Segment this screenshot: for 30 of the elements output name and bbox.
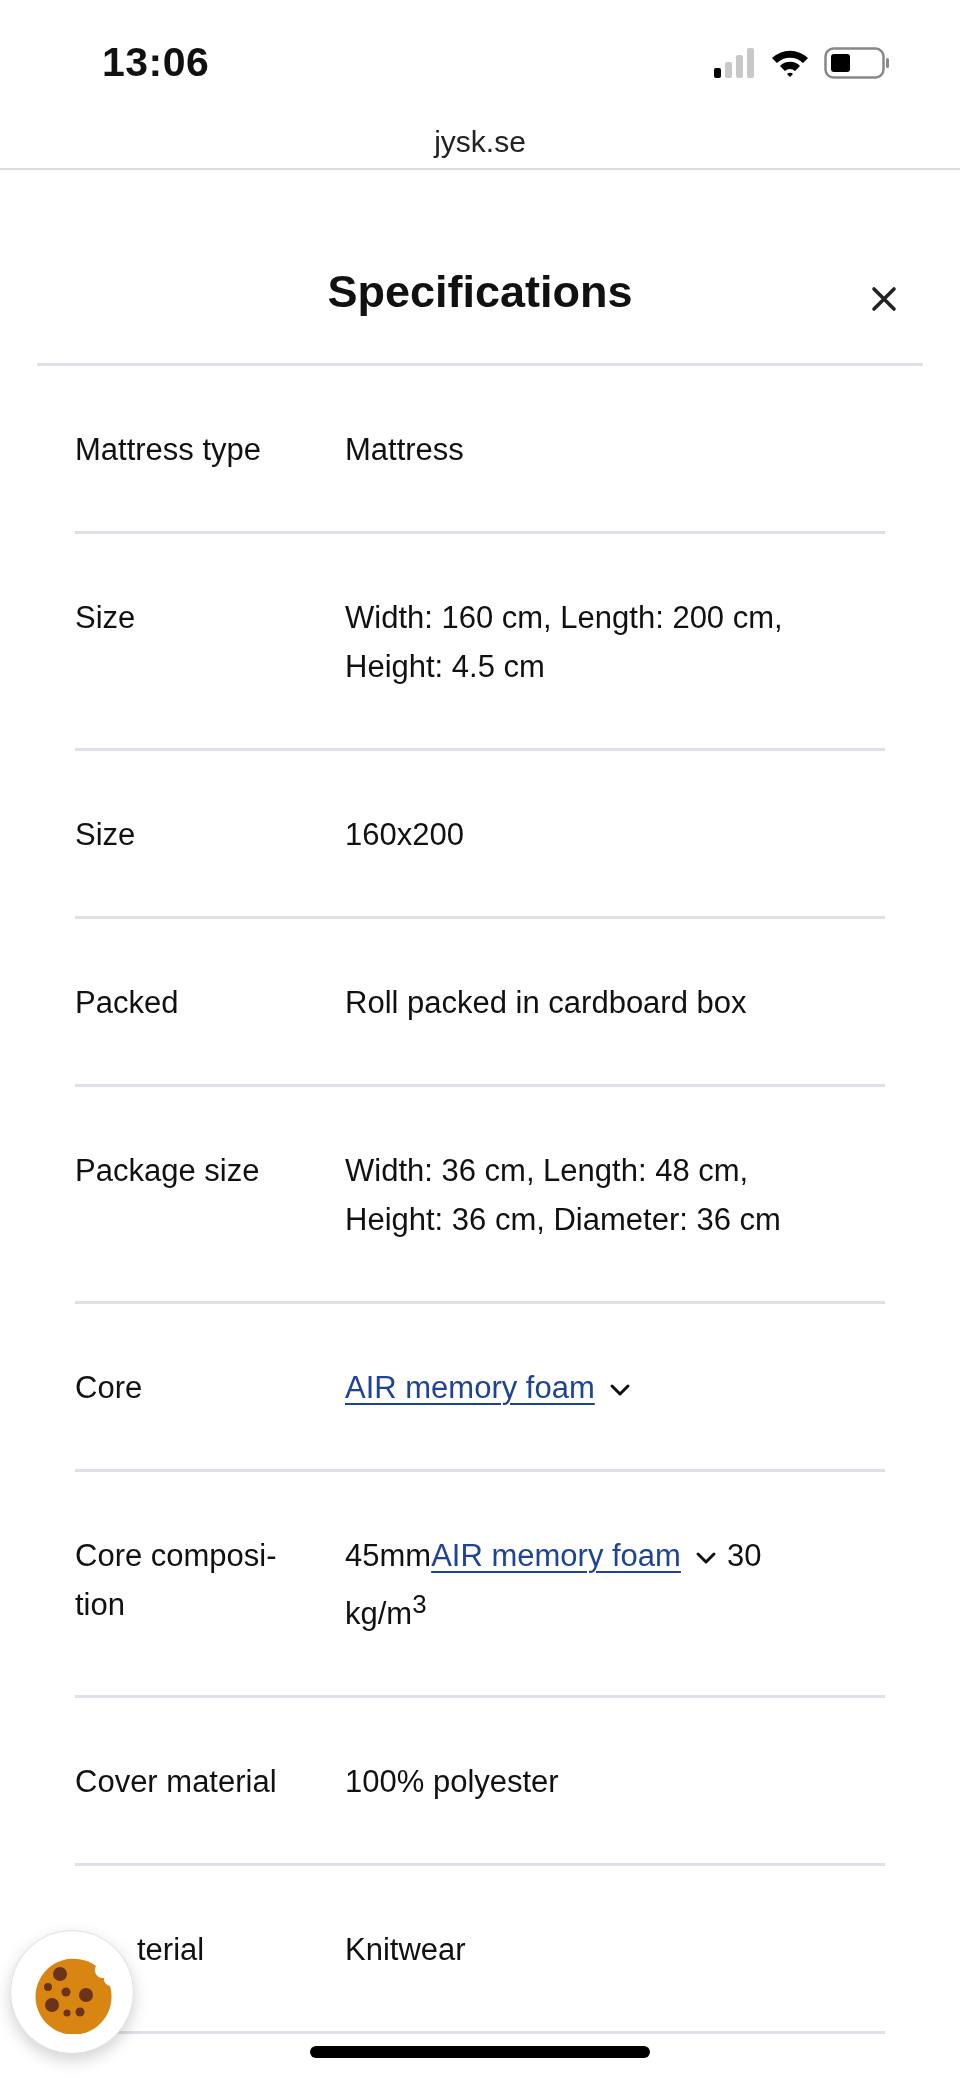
- spec-label: Size: [75, 599, 137, 637]
- spec-value: 160x200: [345, 816, 465, 854]
- spec-label: Cover material: [75, 1763, 278, 1802]
- spec-label: Size: [75, 816, 137, 854]
- material-link[interactable]: AIR memory foam: [345, 1370, 595, 1405]
- spec-value: 100% polyester: [345, 1763, 560, 1802]
- spec-label: Core: [75, 1369, 144, 1407]
- spec-label: Core composi-tion: [75, 1537, 278, 1624]
- close-icon[interactable]: [870, 285, 898, 313]
- status-time: 13:06: [102, 39, 210, 86]
- material-link[interactable]: AIR memory foam: [431, 1538, 681, 1573]
- spec-value: kg/m$^{3}$: [345, 1596, 427, 1632]
- spec-label: Package size: [75, 1152, 261, 1190]
- spec-value: 45mm: [345, 1538, 432, 1573]
- spec-value: Width: 160 cm, Length: 200 cm, Height: 4.5 cm: [345, 599, 784, 686]
- spec-value: Width: 36 cm, Length: 48 cm, Height: 36 cm, Diameter: 36 cm: [345, 1152, 782, 1239]
- spec-label: Packed: [75, 984, 180, 1022]
- chevron-down-icon[interactable]: [608, 1382, 631, 1397]
- address-text[interactable]: jysk.se: [434, 125, 526, 159]
- signal-icon: [714, 47, 756, 78]
- cookie-settings-button[interactable]: [10, 1930, 134, 2054]
- spec-value: Knitwear: [345, 1931, 467, 1970]
- dialog-title: Specifications: [327, 265, 633, 318]
- spec-value: Mattress: [345, 431, 465, 469]
- spec-label: terial: [136, 1931, 206, 1970]
- battery-icon: [824, 46, 890, 79]
- chevron-down-icon[interactable]: [694, 1550, 717, 1565]
- spec-value: 30: [726, 1538, 762, 1573]
- spec-label: Mattress type: [75, 431, 263, 469]
- spec-value: Roll packed in cardboard box: [345, 984, 748, 1022]
